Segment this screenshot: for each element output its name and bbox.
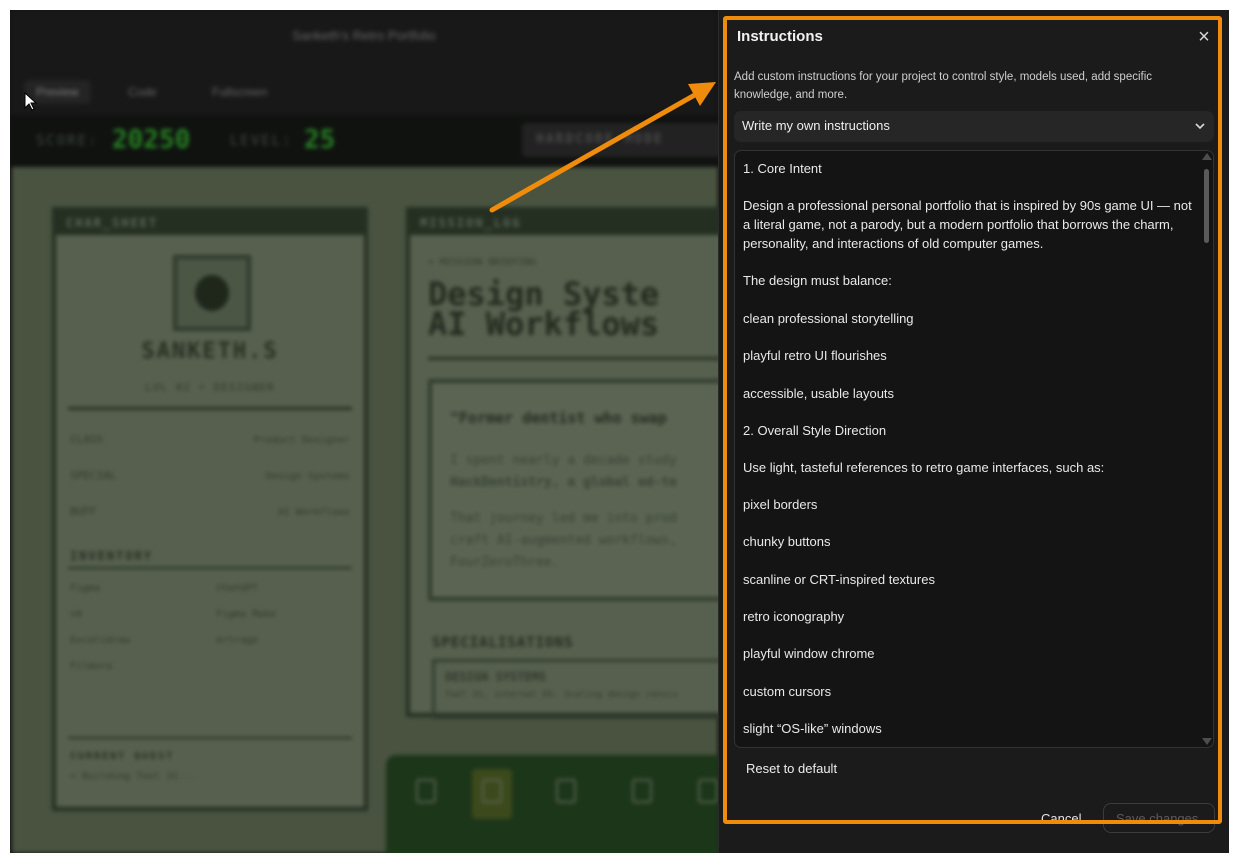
instructions-mode-select[interactable]: Write my own instructions xyxy=(734,111,1214,142)
instruction-line: custom cursors xyxy=(743,684,832,699)
instruction-line: The design must balance: xyxy=(743,273,892,288)
instruction-line: slight “OS-like” windows xyxy=(743,721,882,736)
instruction-line: scanline or CRT-inspired textures xyxy=(743,572,935,587)
chevron-down-icon xyxy=(1195,123,1205,130)
instruction-line: 1. Core Intent xyxy=(743,161,822,176)
screen-frame: Sanketh's Retro Portfolio Preview Code F… xyxy=(10,10,1229,853)
dialog-title: Instructions xyxy=(737,28,823,45)
instruction-line: retro iconography xyxy=(743,609,845,624)
scrollbar-thumb[interactable] xyxy=(1204,169,1209,243)
instructions-textarea[interactable]: 1. Core Intent Design a professional per… xyxy=(734,150,1214,748)
save-changes-button[interactable]: Save changes xyxy=(1103,803,1215,833)
instruction-line: Use light, tasteful references to retro … xyxy=(743,460,1105,475)
close-icon[interactable]: × xyxy=(1193,27,1215,49)
instruction-line: playful window chrome xyxy=(743,646,875,661)
modal-backdrop[interactable] xyxy=(10,10,718,853)
select-value: Write my own instructions xyxy=(742,118,890,133)
instruction-line: pixel borders xyxy=(743,497,818,512)
dialog-description: Add custom instructions for your project… xyxy=(734,71,1153,101)
instruction-line: clean professional storytelling xyxy=(743,311,914,326)
scrollbar[interactable] xyxy=(1202,153,1212,745)
mouse-cursor-icon xyxy=(24,92,38,111)
cancel-button[interactable]: Cancel xyxy=(1041,811,1081,826)
instruction-line: accessible, usable layouts xyxy=(743,386,895,401)
instruction-line: chunky buttons xyxy=(743,534,831,549)
instruction-line: playful retro UI flourishes xyxy=(743,348,887,363)
instructions-dialog: Instructions × Add custom instructions f… xyxy=(718,10,1229,853)
instruction-line: Design a professional personal portfolio… xyxy=(743,198,1192,251)
reset-to-default-button[interactable]: Reset to default xyxy=(746,761,837,776)
instruction-line: 2. Overall Style Direction xyxy=(743,423,887,438)
scroll-up-icon[interactable] xyxy=(1202,153,1212,160)
scroll-down-icon[interactable] xyxy=(1202,738,1212,745)
